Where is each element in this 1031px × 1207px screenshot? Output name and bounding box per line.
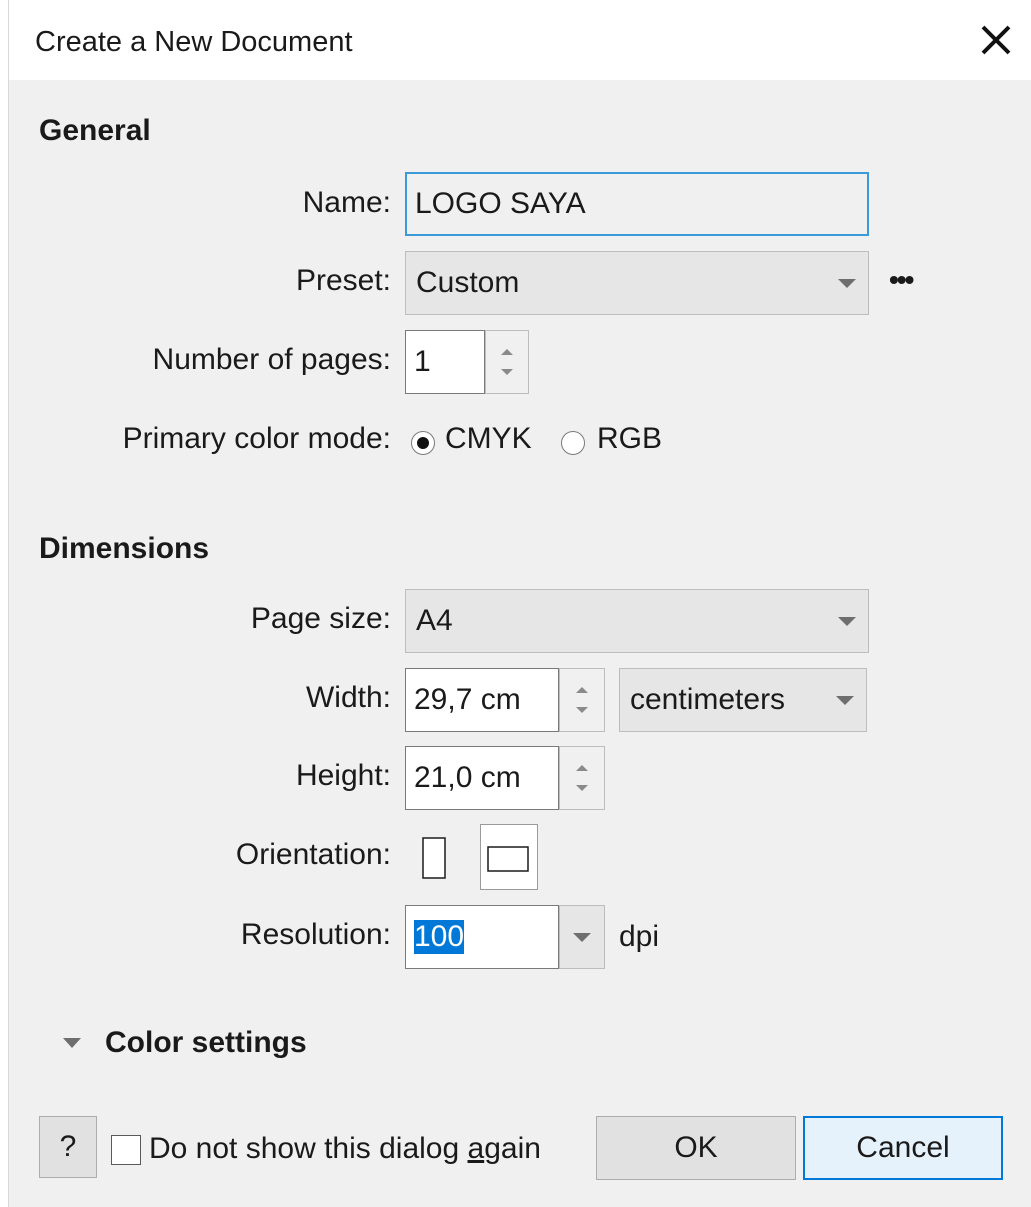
name-field[interactable]: LOGO SAYA [405,172,869,236]
help-button[interactable]: ? [39,1116,97,1178]
pages-field[interactable]: 1 [405,330,485,394]
chevron-down-icon [573,933,591,942]
page-size-dropdown[interactable]: A4 [405,589,869,653]
width-field[interactable]: 29,7 cm [405,668,559,732]
color-mode-label: Primary color mode: [122,422,391,455]
create-document-dialog: Create a New Document General Name: LOGO… [8,0,1031,1207]
stepper-down-icon[interactable] [501,369,513,375]
rgb-radio[interactable] [561,431,585,455]
stepper-up-icon[interactable] [501,349,513,355]
width-label: Width: [305,681,391,714]
rgb-radio-label[interactable]: RGB [597,422,662,456]
color-settings-toggle[interactable]: Color settings [105,1026,307,1060]
dont-show-label-rest: gain [484,1132,541,1165]
portrait-button[interactable] [415,834,455,884]
preset-more-button[interactable]: ••• [889,264,914,296]
orientation-label: Orientation: [235,838,391,871]
resolution-field[interactable]: 100 [405,905,559,969]
page-size-label: Page size: [250,602,391,635]
stepper-down-icon[interactable] [576,707,588,713]
pages-label: Number of pages: [152,343,391,376]
dont-show-label[interactable]: Do not show this dialog again [149,1132,541,1166]
resolution-label: Resolution: [240,918,391,951]
units-value: centimeters [630,683,786,716]
preset-dropdown[interactable]: Custom [405,251,869,315]
preset-value: Custom [416,266,520,299]
page-size-value: A4 [416,604,453,637]
cmyk-radio-label[interactable]: CMYK [445,422,532,456]
dialog-title: Create a New Document [35,26,353,58]
chevron-down-icon [838,617,856,626]
height-label: Height: [295,759,391,792]
height-stepper[interactable] [559,746,605,810]
title-bar: Create a New Document [9,0,1031,80]
chevron-down-icon [838,279,856,288]
close-icon [981,25,1011,55]
cmyk-radio[interactable] [411,431,435,455]
portrait-icon [422,837,446,879]
preset-label: Preset: [295,264,391,297]
stepper-down-icon[interactable] [576,785,588,791]
stepper-up-icon[interactable] [576,687,588,693]
resolution-unit: dpi [619,920,660,953]
stepper-up-icon[interactable] [576,765,588,771]
dimensions-section-title: Dimensions [39,532,210,565]
width-stepper[interactable] [559,668,605,732]
landscape-icon [487,846,529,872]
units-dropdown[interactable]: centimeters [619,668,867,732]
name-label: Name: [302,186,391,219]
dont-show-label-text: Do not show this dialog [149,1132,468,1165]
resolution-dropdown-button[interactable] [559,905,605,969]
expand-triangle-icon[interactable] [63,1038,81,1048]
pages-stepper[interactable] [485,330,529,394]
general-section-title: General [39,114,151,147]
close-button[interactable] [970,14,1022,66]
height-field[interactable]: 21,0 cm [405,746,559,810]
dont-show-label-accel: a [467,1132,485,1165]
resolution-value: 100 [414,920,465,954]
chevron-down-icon [836,696,854,705]
dont-show-checkbox[interactable] [111,1135,141,1165]
ok-button[interactable]: OK [596,1116,796,1180]
landscape-button[interactable] [480,824,538,890]
cancel-button[interactable]: Cancel [803,1116,1003,1180]
